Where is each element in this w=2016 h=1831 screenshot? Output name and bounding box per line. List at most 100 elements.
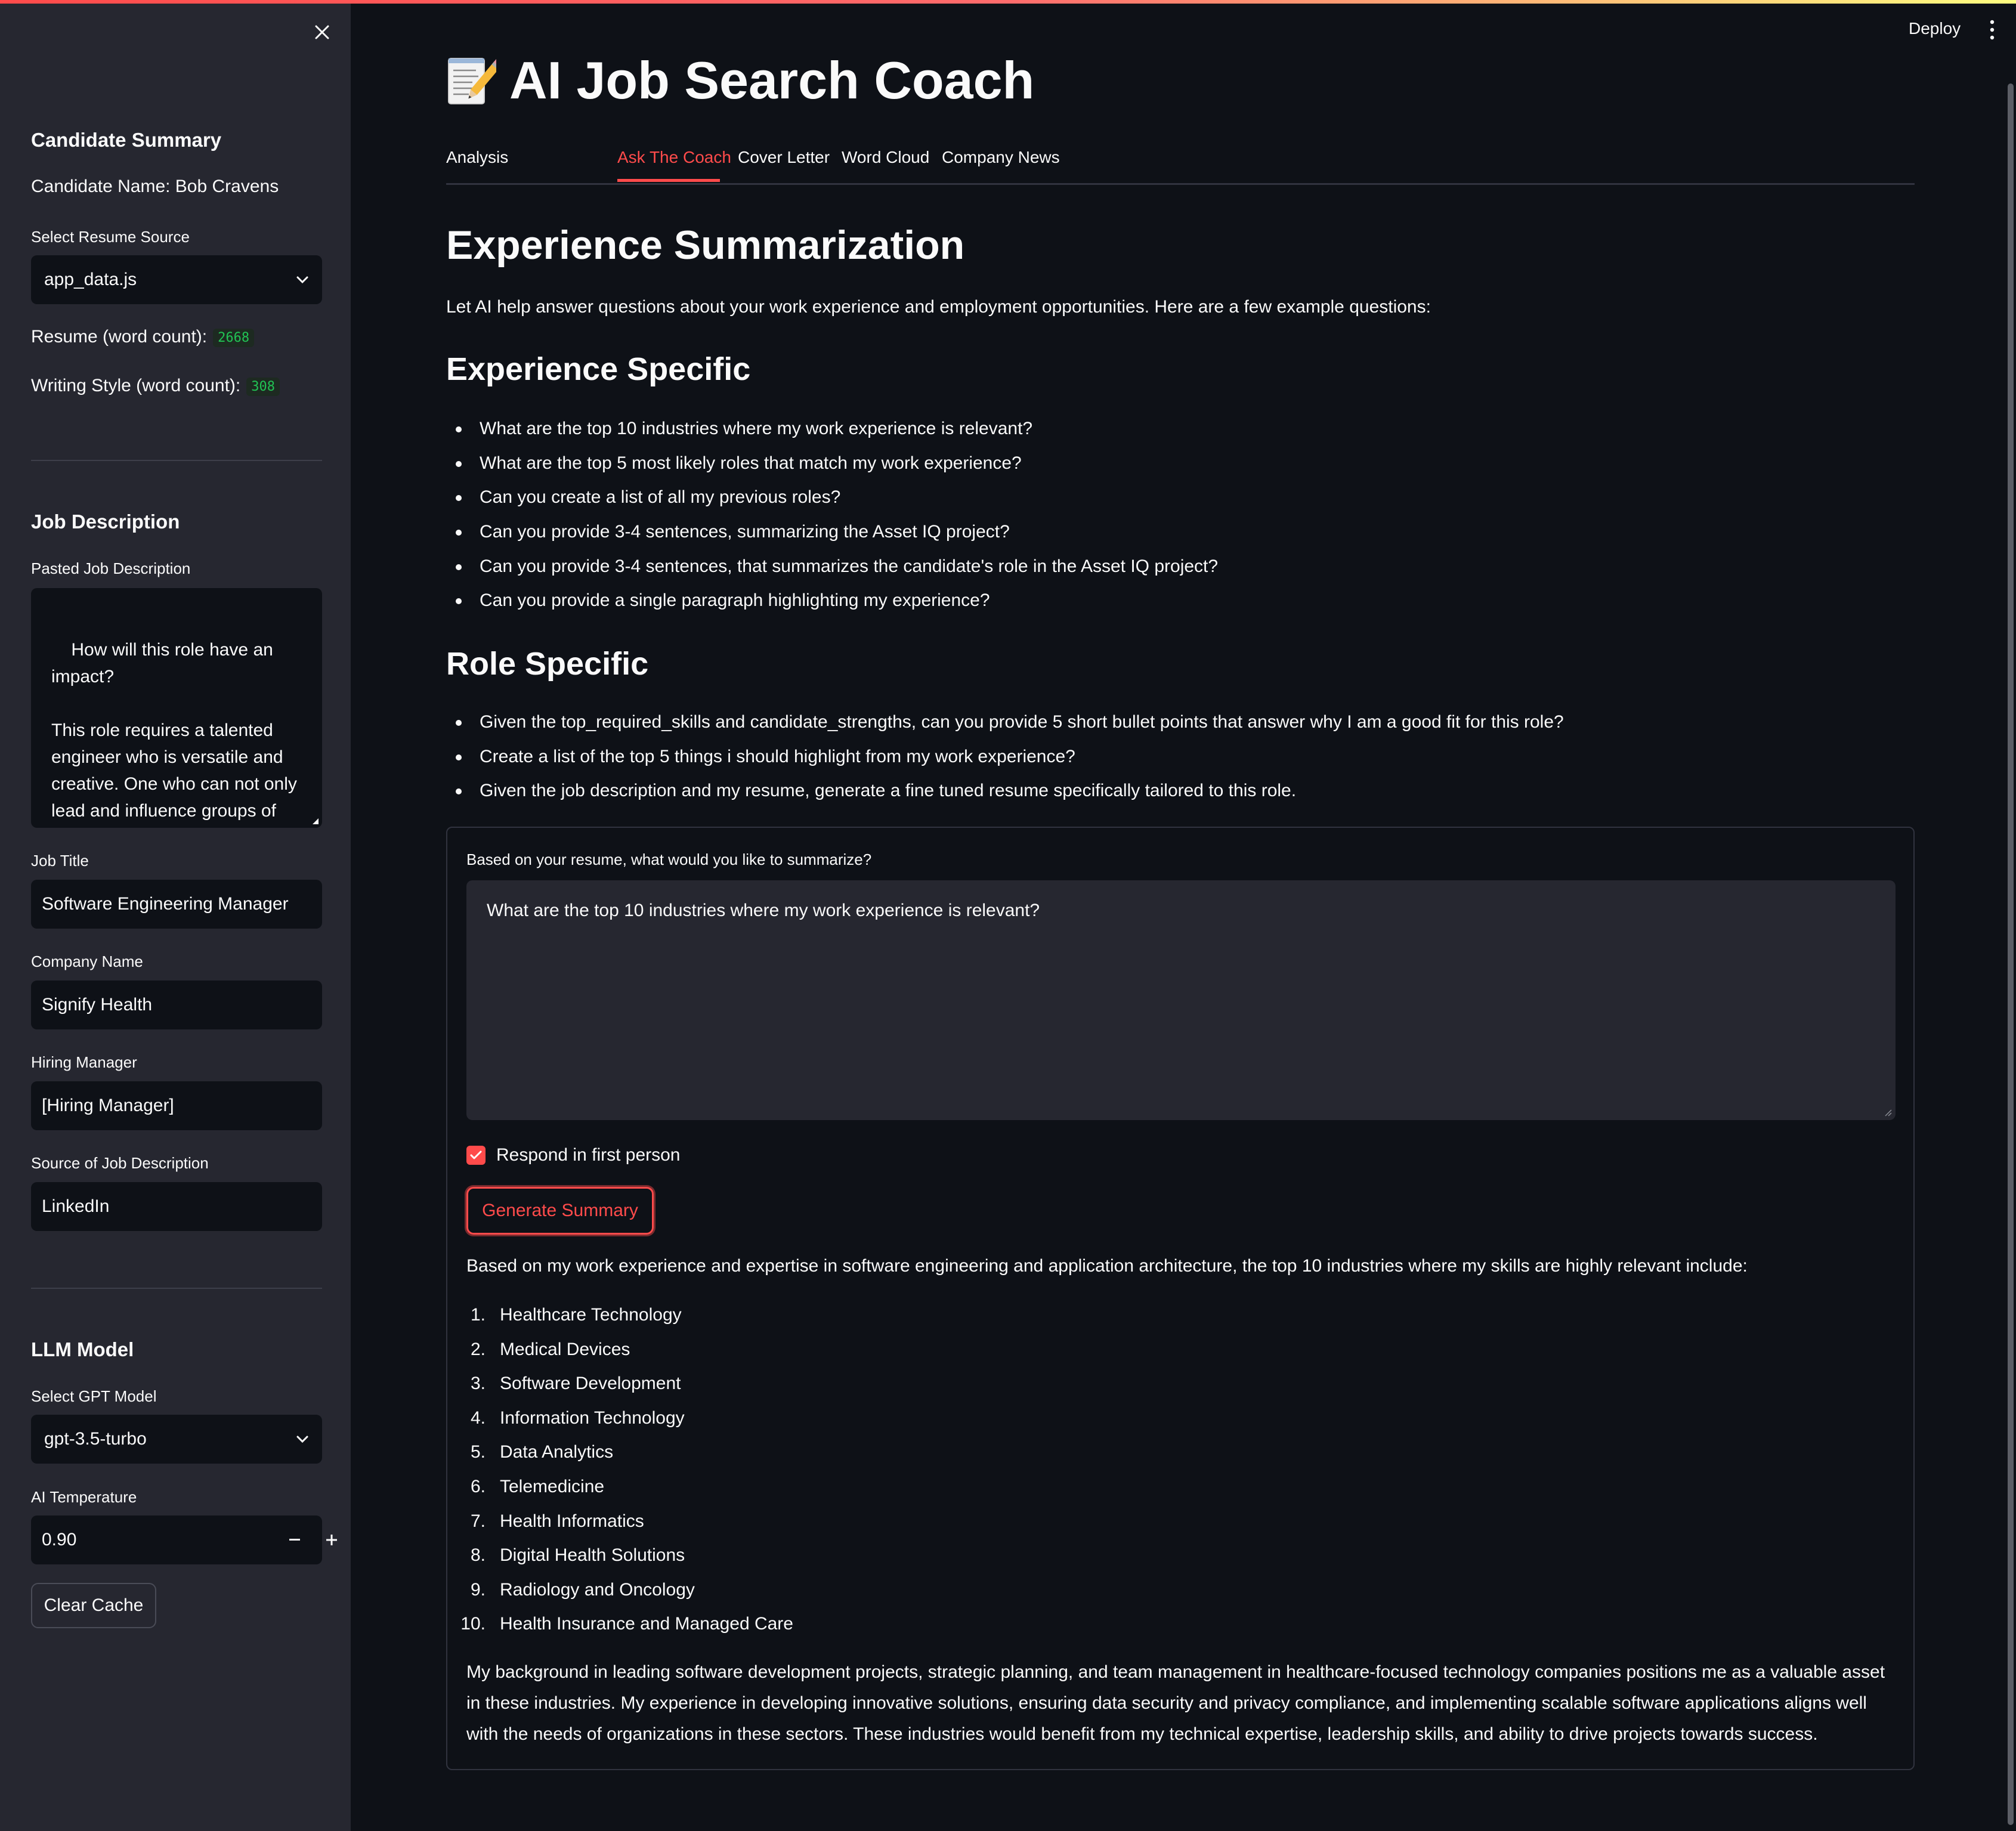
job-description-heading: Job Description <box>31 511 180 533</box>
resume-word-count: Resume (word count): 2668 <box>31 327 255 347</box>
list-item-text: Health Insurance and Managed Care <box>500 1614 793 1634</box>
scrollbar[interactable] <box>2008 83 2014 1825</box>
writing-style-word-count: Writing Style (word count): 308 <box>31 376 280 396</box>
list-item-text: Health Informatics <box>500 1511 644 1531</box>
list-number: 9. <box>470 1579 486 1600</box>
list-item: 1. Healthcare Technology <box>471 1305 793 1340</box>
list-item: 3. Software Development <box>471 1374 793 1408</box>
hiring-manager-input[interactable]: [Hiring Manager] <box>31 1081 322 1130</box>
list-item-text: Medical Devices <box>500 1339 630 1359</box>
kebab-menu-icon[interactable] <box>1986 19 1998 41</box>
intro-text: Let AI help answer questions about your … <box>446 297 1431 317</box>
resize-handle-icon[interactable] <box>311 817 320 825</box>
increment-button[interactable] <box>313 1515 351 1564</box>
plus-icon <box>326 1535 337 1545</box>
list-item-text: Radiology and Oncology <box>500 1579 695 1600</box>
jd-source-value: LinkedIn <box>42 1196 110 1216</box>
close-sidebar-button[interactable] <box>310 20 334 44</box>
sidebar: Candidate Summary Candidate Name: Bob Cr… <box>0 0 351 1831</box>
list-item: 9. Radiology and Oncology <box>471 1579 793 1615</box>
first-person-label: Respond in first person <box>496 1145 681 1165</box>
summarize-form: Based on your resume, what would you lik… <box>446 827 1915 1770</box>
memo-icon <box>448 58 496 104</box>
pasted-jd-textarea[interactable]: How will this role have an impact? This … <box>31 588 322 828</box>
list-item: Given the top_required_skills and candid… <box>456 712 1564 747</box>
job-title-label: Job Title <box>31 852 89 870</box>
list-item: 4. Information Technology <box>471 1408 793 1443</box>
tab-word-cloud[interactable]: Word Cloud <box>842 148 929 167</box>
gpt-model-value: gpt-3.5-turbo <box>44 1429 147 1449</box>
resize-handle-icon[interactable] <box>1884 1108 1892 1116</box>
hiring-manager-label: Hiring Manager <box>31 1053 137 1071</box>
tab-ask-the-coach[interactable]: Ask The Coach <box>617 148 731 167</box>
list-item-text: Digital Health Solutions <box>500 1545 685 1566</box>
deploy-button[interactable]: Deploy <box>1909 19 1961 38</box>
list-item: Can you provide a single paragraph highl… <box>455 590 1218 625</box>
company-name-value: Signify Health <box>42 995 153 1015</box>
writing-style-count-badge: 308 <box>246 377 280 396</box>
list-item: 10. Health Insurance and Managed Care <box>460 1614 793 1648</box>
close-icon <box>315 25 329 39</box>
candidate-summary-heading: Candidate Summary <box>31 129 222 151</box>
list-item: Create a list of the top 5 things i shou… <box>456 747 1564 781</box>
clear-cache-button[interactable]: Clear Cache <box>31 1583 156 1628</box>
experience-question-list: What are the top 10 industries where my … <box>455 419 1218 625</box>
generate-summary-button[interactable]: Generate Summary <box>466 1187 654 1235</box>
tab-cover-letter[interactable]: Cover Letter <box>738 148 830 167</box>
llm-model-heading: LLM Model <box>31 1338 134 1360</box>
experience-specific-heading: Experience Specific <box>446 351 751 387</box>
decrement-button[interactable] <box>277 1515 313 1564</box>
gpt-model-label: Select GPT Model <box>31 1387 157 1405</box>
list-item: 6. Telemedicine <box>471 1476 793 1511</box>
resume-word-count-badge: 2668 <box>213 328 255 347</box>
first-person-checkbox-row[interactable]: Respond in first person <box>466 1145 681 1165</box>
list-item: What are the top 10 industries where my … <box>455 419 1218 453</box>
list-item-text: Software Development <box>500 1374 681 1394</box>
jd-source-input[interactable]: LinkedIn <box>31 1182 322 1231</box>
result-intro: Based on my work experience and expertis… <box>466 1256 1748 1276</box>
list-item: 5. Data Analytics <box>471 1442 793 1477</box>
role-question-list: Given the top_required_skills and candid… <box>456 712 1564 815</box>
resume-source-select[interactable]: app_data.js <box>31 255 322 304</box>
resume-source-label: Select Resume Source <box>31 228 190 246</box>
list-item-text: Data Analytics <box>500 1442 614 1462</box>
prompt-label: Based on your resume, what would you lik… <box>466 850 872 868</box>
active-tab-indicator <box>617 179 720 182</box>
hiring-manager-value: [Hiring Manager] <box>42 1096 174 1115</box>
industry-result-list: 1. Healthcare Technology 2. Medical Device… <box>460 1305 793 1648</box>
list-item: Can you provide 3-4 sentences, summarizi… <box>455 522 1218 556</box>
list-item: 7. Health Informatics <box>471 1511 793 1546</box>
writing-style-count-label: Writing Style (word count): <box>31 376 241 395</box>
prompt-textarea[interactable]: What are the top 10 industries where my … <box>466 880 1896 1120</box>
list-number: 3. <box>470 1374 486 1394</box>
list-number: 10. <box>460 1614 486 1634</box>
prompt-text: What are the top 10 industries where my … <box>487 901 1040 920</box>
page-title: AI Job Search Coach <box>446 50 1034 111</box>
temperature-value[interactable]: 0.90 <box>31 1530 76 1550</box>
list-item-text: Information Technology <box>500 1408 685 1428</box>
temperature-label: AI Temperature <box>31 1488 137 1506</box>
tab-company-news[interactable]: Company News <box>942 148 1060 167</box>
top-decoration-bar <box>0 0 2016 4</box>
role-specific-heading: Role Specific <box>446 646 649 682</box>
page-title-text: AI Job Search Coach <box>509 51 1035 110</box>
list-number: 4. <box>470 1408 486 1428</box>
company-name-input[interactable]: Signify Health <box>31 981 322 1029</box>
chevron-down-icon <box>296 1436 308 1443</box>
list-number: 8. <box>470 1545 486 1566</box>
list-item-text: Telemedicine <box>500 1476 605 1496</box>
job-title-value: Software Engineering Manager <box>42 894 289 914</box>
list-number: 7. <box>470 1511 486 1531</box>
minus-icon <box>289 1539 300 1541</box>
pasted-jd-text: How will this role have an impact? This … <box>51 640 297 821</box>
tab-analysis[interactable]: Analysis <box>446 148 508 167</box>
job-title-input[interactable]: Software Engineering Manager <box>31 880 322 929</box>
first-person-checkbox[interactable] <box>466 1146 486 1165</box>
candidate-name: Candidate Name: Bob Cravens <box>31 177 279 196</box>
gpt-model-select[interactable]: gpt-3.5-turbo <box>31 1415 322 1464</box>
sidebar-divider <box>31 460 322 461</box>
list-item: 2. Medical Devices <box>471 1339 793 1374</box>
temperature-stepper[interactable]: 0.90 <box>31 1515 337 1564</box>
checkmark-icon <box>470 1150 482 1159</box>
sidebar-divider <box>31 1288 322 1289</box>
